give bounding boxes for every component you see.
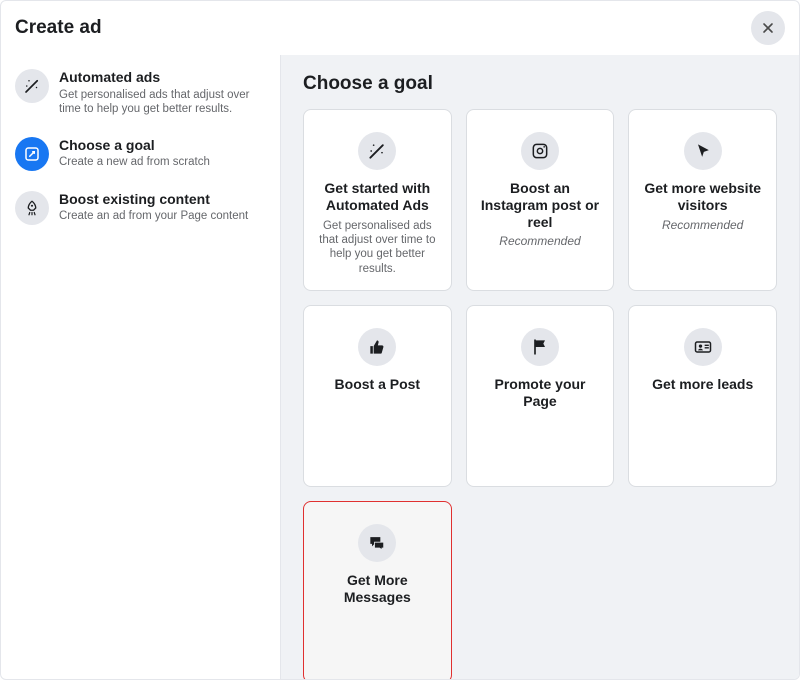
goal-card-boost-instagram[interactable]: Boost an Instagram post or reel Recommen…	[466, 109, 615, 291]
goal-card-recommended: Recommended	[499, 234, 580, 248]
close-button[interactable]	[751, 11, 785, 45]
cursor-icon	[684, 132, 722, 170]
goal-card-recommended: Recommended	[662, 218, 743, 232]
create-ad-modal: Create ad Automated ads Get personalised…	[0, 0, 800, 680]
goal-card-title: Boost a Post	[335, 376, 421, 393]
goal-card-title: Promote your Page	[479, 376, 602, 410]
goal-card-title: Boost an Instagram post or reel	[479, 180, 602, 230]
goal-card-desc: Get personalised ads that adjust over ti…	[316, 219, 439, 277]
sidebar-item-label: Automated ads	[59, 69, 266, 86]
sidebar-item-desc: Create an ad from your Page content	[59, 209, 248, 223]
messages-icon	[358, 524, 396, 562]
sidebar-item-label: Choose a goal	[59, 137, 210, 154]
sidebar-item-desc: Get personalised ads that adjust over ti…	[59, 88, 266, 117]
goal-card-boost-post[interactable]: Boost a Post	[303, 305, 452, 487]
goal-card-title: Get More Messages	[316, 572, 439, 606]
flag-icon	[521, 328, 559, 366]
goal-card-automated-ads[interactable]: Get started with Automated Ads Get perso…	[303, 109, 452, 291]
close-icon	[760, 20, 776, 36]
modal-title: Create ad	[15, 17, 102, 39]
sidebar-item-choose-goal[interactable]: Choose a goal Create a new ad from scrat…	[11, 131, 270, 185]
goal-card-website-visitors[interactable]: Get more website visitors Recommended	[628, 109, 777, 291]
modal-body: Automated ads Get personalised ads that …	[1, 55, 799, 679]
sidebar: Automated ads Get personalised ads that …	[1, 55, 281, 679]
wand-icon	[358, 132, 396, 170]
sidebar-item-boost-existing[interactable]: Boost existing content Create an ad from…	[11, 185, 270, 239]
goal-card-title: Get more leads	[652, 376, 753, 393]
id-card-icon	[684, 328, 722, 366]
goal-card-get-messages[interactable]: Get More Messages	[303, 501, 452, 679]
instagram-icon	[521, 132, 559, 170]
like-icon	[358, 328, 396, 366]
modal-header: Create ad	[1, 1, 799, 55]
goal-grid: Get started with Automated Ads Get perso…	[303, 109, 777, 679]
sidebar-item-desc: Create a new ad from scratch	[59, 155, 210, 169]
sidebar-item-automated-ads[interactable]: Automated ads Get personalised ads that …	[11, 63, 270, 131]
goal-card-title: Get started with Automated Ads	[316, 180, 439, 214]
rocket-icon	[15, 191, 49, 225]
edit-icon	[15, 137, 49, 171]
wand-icon	[15, 69, 49, 103]
goal-card-get-leads[interactable]: Get more leads	[628, 305, 777, 487]
goal-card-title: Get more website visitors	[641, 180, 764, 214]
goal-card-promote-page[interactable]: Promote your Page	[466, 305, 615, 487]
main-panel: Choose a goal Get started with Automated…	[281, 55, 799, 679]
main-heading: Choose a goal	[303, 73, 777, 95]
sidebar-item-label: Boost existing content	[59, 191, 248, 208]
